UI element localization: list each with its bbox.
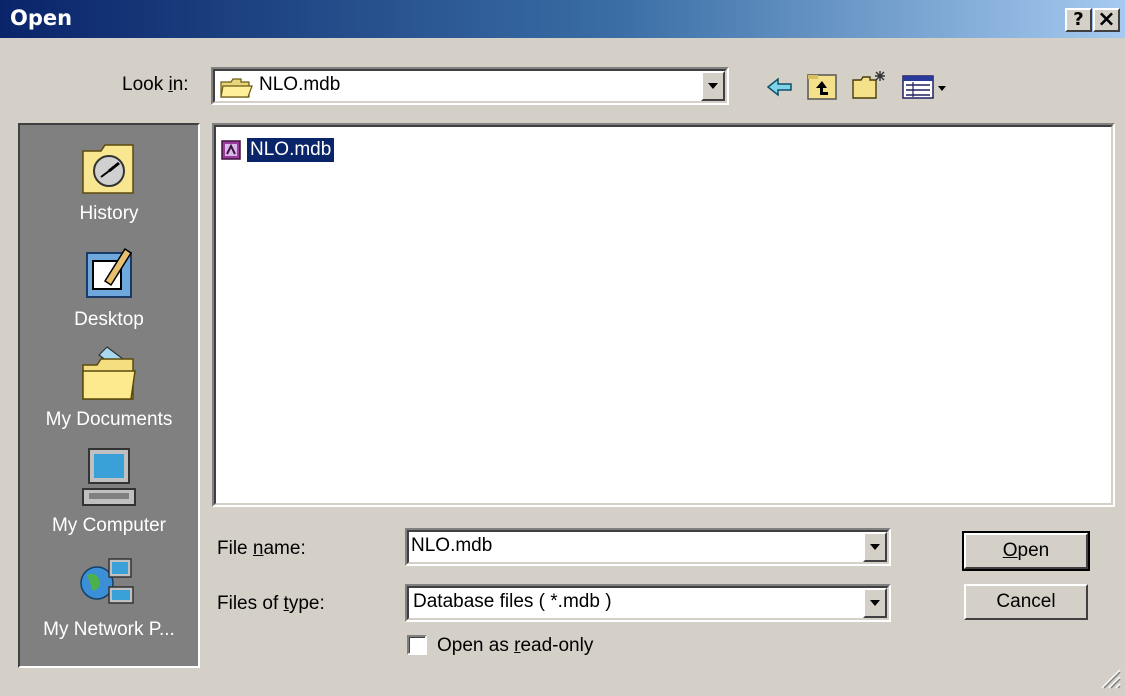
chevron-down-icon xyxy=(708,83,718,89)
network-places-icon xyxy=(80,558,134,604)
my-documents-icon xyxy=(82,346,136,400)
desktop-icon xyxy=(86,247,133,298)
place-my-computer[interactable]: My Computer xyxy=(20,445,198,537)
folder-icon xyxy=(219,76,255,106)
file-name-input[interactable]: NLO.mdb xyxy=(411,535,492,557)
view-details-icon xyxy=(902,75,946,99)
resize-grip[interactable] xyxy=(1098,666,1122,690)
place-history[interactable]: History xyxy=(20,137,198,225)
up-one-level-button[interactable] xyxy=(804,70,840,104)
look-in-label: Look in: xyxy=(122,74,189,95)
cancel-button[interactable]: Cancel xyxy=(964,584,1088,620)
chevron-down-icon xyxy=(870,600,880,606)
access-database-icon xyxy=(221,140,241,160)
chevron-down-icon xyxy=(870,544,880,550)
place-label: My Computer xyxy=(51,515,167,536)
back-button[interactable] xyxy=(762,72,798,102)
place-my-documents[interactable]: My Documents xyxy=(20,343,198,431)
file-type-dropdown-button[interactable] xyxy=(863,588,887,618)
place-label: My Network P... xyxy=(43,619,175,640)
my-computer-icon xyxy=(82,448,136,506)
resize-grip-icon xyxy=(1101,669,1121,689)
place-network[interactable]: My Network P... xyxy=(20,553,198,641)
place-label: Desktop xyxy=(74,309,144,330)
file-type-value: Database files ( *.mdb ) xyxy=(413,591,612,612)
back-arrow-icon xyxy=(766,77,792,97)
read-only-checkbox[interactable] xyxy=(407,635,427,655)
up-folder-icon xyxy=(807,74,837,100)
window-title: Open xyxy=(10,6,73,30)
list-item[interactable]: NLO.mdb xyxy=(220,137,336,163)
file-name-combo[interactable]: NLO.mdb xyxy=(405,528,891,566)
file-list[interactable]: NLO.mdb xyxy=(212,123,1115,507)
file-type-select[interactable]: Database files ( *.mdb ) xyxy=(405,584,891,622)
look-in-combo[interactable]: NLO.mdb xyxy=(211,67,729,105)
title-bar[interactable]: Open ? × xyxy=(0,0,1125,38)
place-desktop[interactable]: Desktop xyxy=(20,243,198,331)
look-in-dropdown-button[interactable] xyxy=(701,71,725,101)
new-folder-icon xyxy=(852,71,885,99)
file-type-label: Files of type: xyxy=(217,593,325,614)
create-new-folder-button[interactable] xyxy=(850,68,890,104)
help-button[interactable]: ? xyxy=(1065,8,1092,32)
view-menu-button[interactable] xyxy=(900,72,950,102)
file-name-dropdown-button[interactable] xyxy=(863,532,887,562)
open-button-focus-frame: Open xyxy=(962,531,1090,571)
read-only-label[interactable]: Open as read-only xyxy=(437,635,593,657)
place-label: History xyxy=(79,203,139,224)
look-in-value: NLO.mdb xyxy=(259,74,341,95)
file-name-label: File name: xyxy=(217,538,306,559)
close-button[interactable]: × xyxy=(1093,8,1120,32)
open-button[interactable]: Open xyxy=(964,533,1088,569)
history-icon xyxy=(82,144,134,194)
file-name-label: NLO.mdb xyxy=(245,137,336,163)
place-label: My Documents xyxy=(45,409,173,430)
places-bar: History Desktop My Documents My Computer xyxy=(18,123,200,668)
